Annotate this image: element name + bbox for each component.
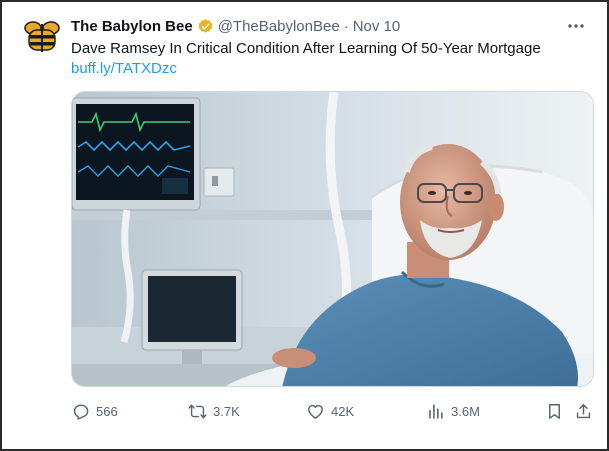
reply-count: 566 bbox=[96, 403, 118, 419]
tweet-card[interactable]: The Babylon Bee @TheBabylonBee · Nov 10 … bbox=[0, 0, 609, 451]
like-count: 42K bbox=[331, 403, 355, 419]
view-count: 3.6M bbox=[451, 403, 480, 419]
separator-dot: · bbox=[343, 17, 349, 35]
bookmark-icon bbox=[549, 403, 560, 419]
tweet-actions: 566 3.7K 42K 3.6M bbox=[71, 398, 594, 424]
like-button[interactable]: 42K bbox=[306, 398, 354, 424]
reply-button[interactable]: 566 bbox=[71, 398, 118, 424]
hospital-photo bbox=[72, 92, 593, 386]
babylon-bee-logo-icon bbox=[24, 21, 60, 52]
repost-button[interactable]: 3.7K bbox=[188, 398, 240, 424]
repost-count: 3.7K bbox=[213, 403, 240, 419]
share-button[interactable] bbox=[574, 398, 593, 424]
handle[interactable]: @TheBabylonBee bbox=[218, 18, 340, 35]
heart-icon bbox=[308, 404, 323, 419]
reply-icon bbox=[73, 404, 89, 420]
tweet-text: Dave Ramsey In Critical Condition After … bbox=[71, 40, 541, 57]
avatar[interactable] bbox=[22, 16, 62, 56]
display-name[interactable]: The Babylon Bee bbox=[71, 18, 193, 35]
repost-icon bbox=[188, 403, 207, 419]
timestamp[interactable]: Nov 10 bbox=[353, 18, 401, 35]
bookmark-button[interactable] bbox=[545, 398, 564, 424]
tweet-link[interactable]: buff.ly/TATXDzc bbox=[71, 59, 177, 79]
views-icon bbox=[429, 403, 443, 419]
tweet-header: The Babylon Bee @TheBabylonBee · Nov 10 bbox=[71, 16, 587, 36]
views-button[interactable]: 3.6M bbox=[426, 398, 480, 424]
tweet-media-image[interactable] bbox=[71, 91, 594, 387]
verified-badge-icon bbox=[197, 18, 214, 35]
share-icon bbox=[576, 403, 591, 418]
more-icon[interactable] bbox=[565, 16, 587, 36]
